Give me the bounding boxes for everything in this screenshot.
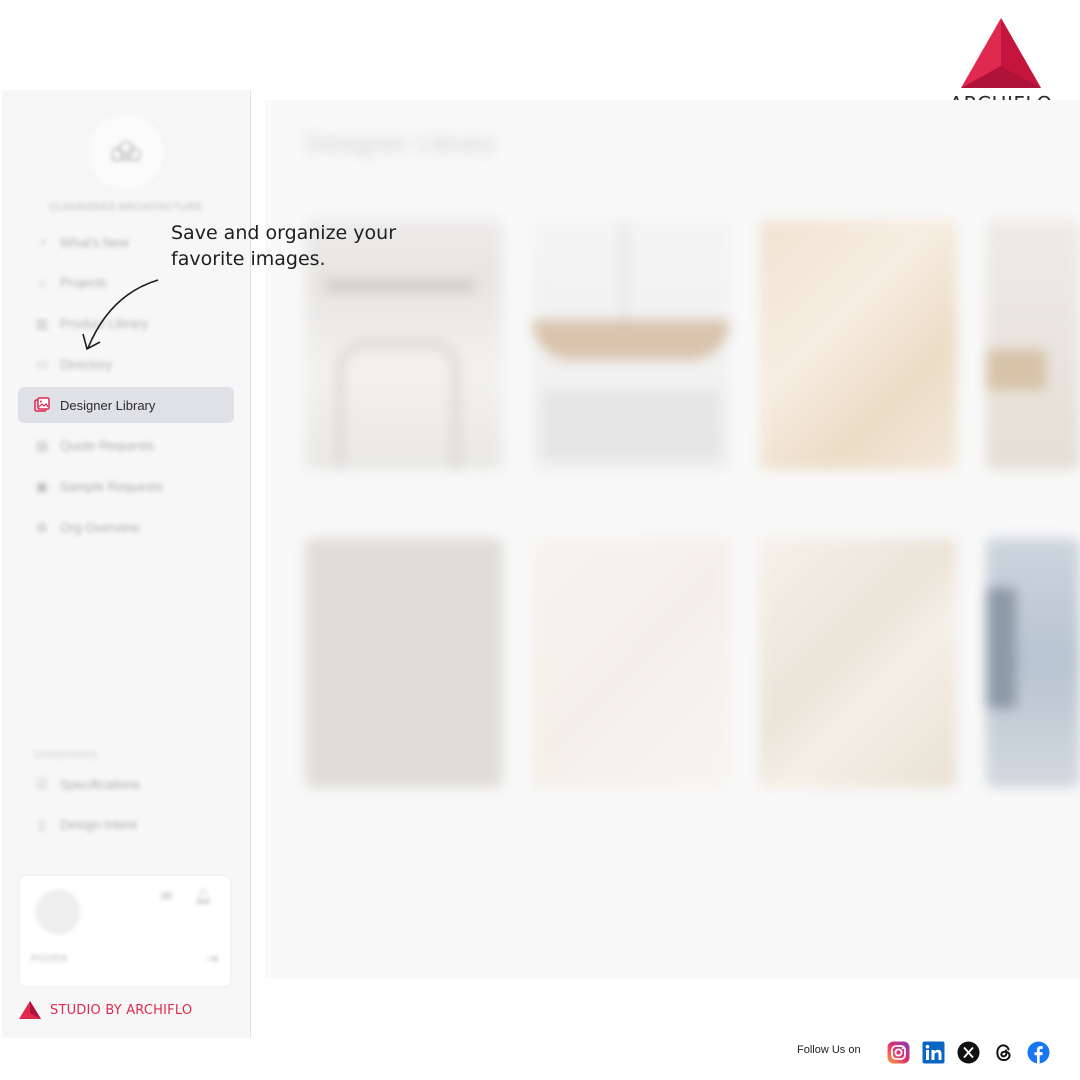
nav-item-org-overview[interactable]: ⚙ Org Overview [18,510,234,546]
page-title: Designer Library [305,128,496,158]
sample-icon: ▣ [35,478,49,494]
user-card: ✉ 🔔︎ Anusha ⇥ [20,876,230,986]
threads-icon[interactable] [992,1041,1015,1064]
nav-label: Org Overview [60,520,140,536]
nav-item-specifications[interactable]: ☑ Specifications [18,766,234,802]
nav-label: Design Intent [60,817,137,833]
nav-item-design-intent[interactable]: ▯ Design Intent [18,807,234,843]
standards-nav: ☑ Specifications ▯ Design Intent [18,766,234,848]
contact-card-icon: ▭ [35,356,49,372]
nav-label: What's New [60,234,129,250]
library-tile-blue-interior[interactable] [986,538,1080,788]
nav-label: Specifications [60,776,141,792]
social-links [887,1041,1050,1064]
library-tile-pendant-light[interactable] [532,220,730,470]
bell-icon[interactable]: 🔔︎ [194,888,212,905]
library-icon: ▥ [35,315,49,331]
user-name: Anusha [30,952,68,964]
main-nav: ◔ What's New ⌂ Projects ▥ Product Librar… [18,224,234,550]
nav-item-sample-requests[interactable]: ▣ Sample Requests [18,469,234,505]
archiflo-triangle-icon [961,18,1041,88]
org-avatar[interactable] [86,112,166,192]
cloud-logo-icon [111,141,141,161]
studio-triangle-icon [19,1001,41,1019]
quote-icon: ▤ [35,437,49,453]
nav-label: Designer Library [60,397,156,413]
standards-section-label: STANDARDS [34,750,98,760]
linkedin-icon[interactable] [922,1041,945,1064]
megaphone-icon: ◔ [38,234,46,250]
home-icon: ⌂ [38,275,46,291]
follow-label: Follow Us on [797,1044,861,1056]
x-icon[interactable] [957,1041,980,1064]
nav-item-quote-requests[interactable]: ▤ Quote Requests [18,428,234,464]
feature-callout: Save and organize your favorite images. [171,220,451,272]
callout-arrow-icon [82,279,159,351]
avatar[interactable] [36,890,80,934]
logout-icon[interactable]: ⇥ [206,950,218,967]
nav-item-designer-library[interactable]: Designer Library [18,387,234,424]
studio-label: STUDIO BY ARCHIFLO [50,1002,193,1018]
library-tile-wall-sconce[interactable] [986,220,1080,470]
library-tile-grey-stone[interactable] [305,538,503,788]
gear-icon: ⚙ [36,519,48,535]
nav-label: Quote Requests [60,438,154,454]
user-actions: ✉ 🔔︎ [160,888,212,905]
instagram-icon[interactable] [887,1041,910,1064]
messages-icon[interactable]: ✉ [160,888,172,905]
callout-line-1: Save and organize your [171,222,397,244]
document-icon: ▯ [38,816,46,832]
nav-label: Directory [60,356,113,372]
checklist-icon: ☑ [36,776,48,791]
org-name: CLOUDSEED ARCHITECTURE [49,202,203,213]
studio-brand: STUDIO BY ARCHIFLO [18,1000,192,1020]
library-tile-white-marble[interactable] [532,538,730,788]
callout-line-2: favorite images. [171,248,326,270]
facebook-icon[interactable] [1027,1041,1050,1064]
library-tile-beige-marble[interactable] [759,220,957,470]
image-gallery-icon [34,397,50,413]
nav-label: Sample Requests [60,479,163,495]
library-tile-veined-marble[interactable] [759,538,957,788]
